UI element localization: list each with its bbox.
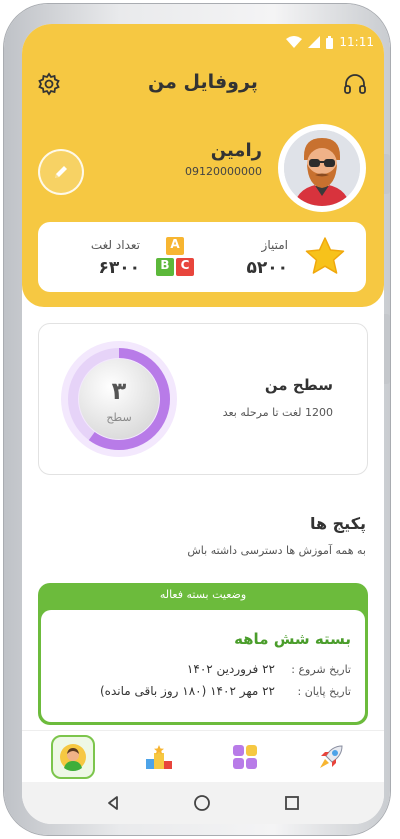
recents-icon[interactable] — [283, 794, 301, 812]
end-date-value: ۲۲ مهر ۱۴۰۲ (۱۸۰ روز باقی مانده) — [100, 684, 275, 698]
bottom-nav — [22, 730, 384, 779]
stats-card: امتیاز ۵۲۰۰ A B C تعداد لغت ۶۳۰۰ — [38, 222, 366, 292]
categories-icon — [233, 745, 257, 769]
user-name: رامین — [210, 140, 262, 161]
support-button[interactable] — [342, 71, 368, 97]
level-number: ۳ — [111, 377, 127, 405]
volume-button — [384, 154, 390, 194]
active-package-details: بسته شش ماهه تاریخ شروع : ۲۲ فروردین ۱۴۰… — [41, 610, 365, 722]
app-screen: 11:11 پروفایل من رامین 09120000000 امتیا… — [22, 24, 384, 824]
battery-icon — [326, 35, 334, 49]
start-date-value: ۲۲ فروردین ۱۴۰۲ — [186, 662, 275, 676]
nav-leaderboard[interactable] — [137, 735, 181, 779]
edit-profile-button[interactable] — [38, 149, 84, 195]
avatar[interactable] — [278, 124, 366, 212]
page-title: پروفایل من — [148, 71, 258, 93]
block-letter-b: B — [160, 258, 170, 272]
user-phone: 09120000000 — [185, 165, 262, 178]
bearded-man-avatar-icon — [284, 130, 360, 206]
headset-icon — [344, 74, 366, 94]
signal-icon — [308, 36, 321, 48]
leaderboard-icon — [146, 745, 172, 769]
packages-subtitle: به همه آموزش ها دسترسی داشته باش — [187, 544, 366, 557]
end-date-label: تاریخ پایان : — [297, 685, 352, 698]
nav-rocket[interactable] — [309, 735, 353, 779]
pencil-icon — [55, 166, 67, 178]
power-button — [384, 314, 390, 384]
active-package-header: وضعیت بسته فعاله — [159, 588, 247, 601]
start-date-label: تاریخ شروع : — [291, 663, 351, 676]
plan-name: بسته شش ماهه — [234, 630, 351, 648]
score-value: ۵۲۰۰ — [246, 258, 288, 278]
star-icon — [305, 237, 345, 274]
block-letter-c: C — [180, 258, 190, 272]
profile-icon — [60, 744, 86, 771]
phone-frame: 11:11 پروفایل من رامین 09120000000 امتیا… — [4, 4, 390, 835]
level-label: سطح — [106, 411, 132, 424]
score-label: امتیاز — [261, 238, 288, 252]
status-bar: 11:11 — [286, 34, 374, 50]
status-time: 11:11 — [339, 35, 374, 49]
block-letter-a: A — [170, 237, 180, 251]
profile-header: 11:11 پروفایل من رامین 09120000000 امتیا… — [22, 24, 384, 307]
active-package-card[interactable]: وضعیت بسته فعاله بسته شش ماهه تاریخ شروع… — [38, 583, 368, 725]
level-title: سطح من — [264, 376, 333, 394]
back-icon[interactable] — [104, 794, 122, 812]
rocket-icon — [320, 745, 343, 768]
home-icon[interactable] — [193, 794, 211, 812]
level-card[interactable]: ۳ سطح سطح من 1200 لغت تا مرحله بعد — [38, 323, 368, 475]
level-subtitle: 1200 لغت تا مرحله بعد — [222, 406, 333, 419]
packages-title: پکیج ها — [309, 514, 366, 533]
words-label: تعداد لغت — [90, 238, 140, 252]
words-value: ۶۳۰۰ — [98, 258, 140, 278]
system-nav-bar — [22, 782, 384, 824]
nav-categories[interactable] — [223, 735, 267, 779]
level-ring: ۳ سطح — [59, 339, 179, 459]
wifi-icon — [286, 36, 303, 48]
nav-profile[interactable] — [51, 735, 95, 779]
